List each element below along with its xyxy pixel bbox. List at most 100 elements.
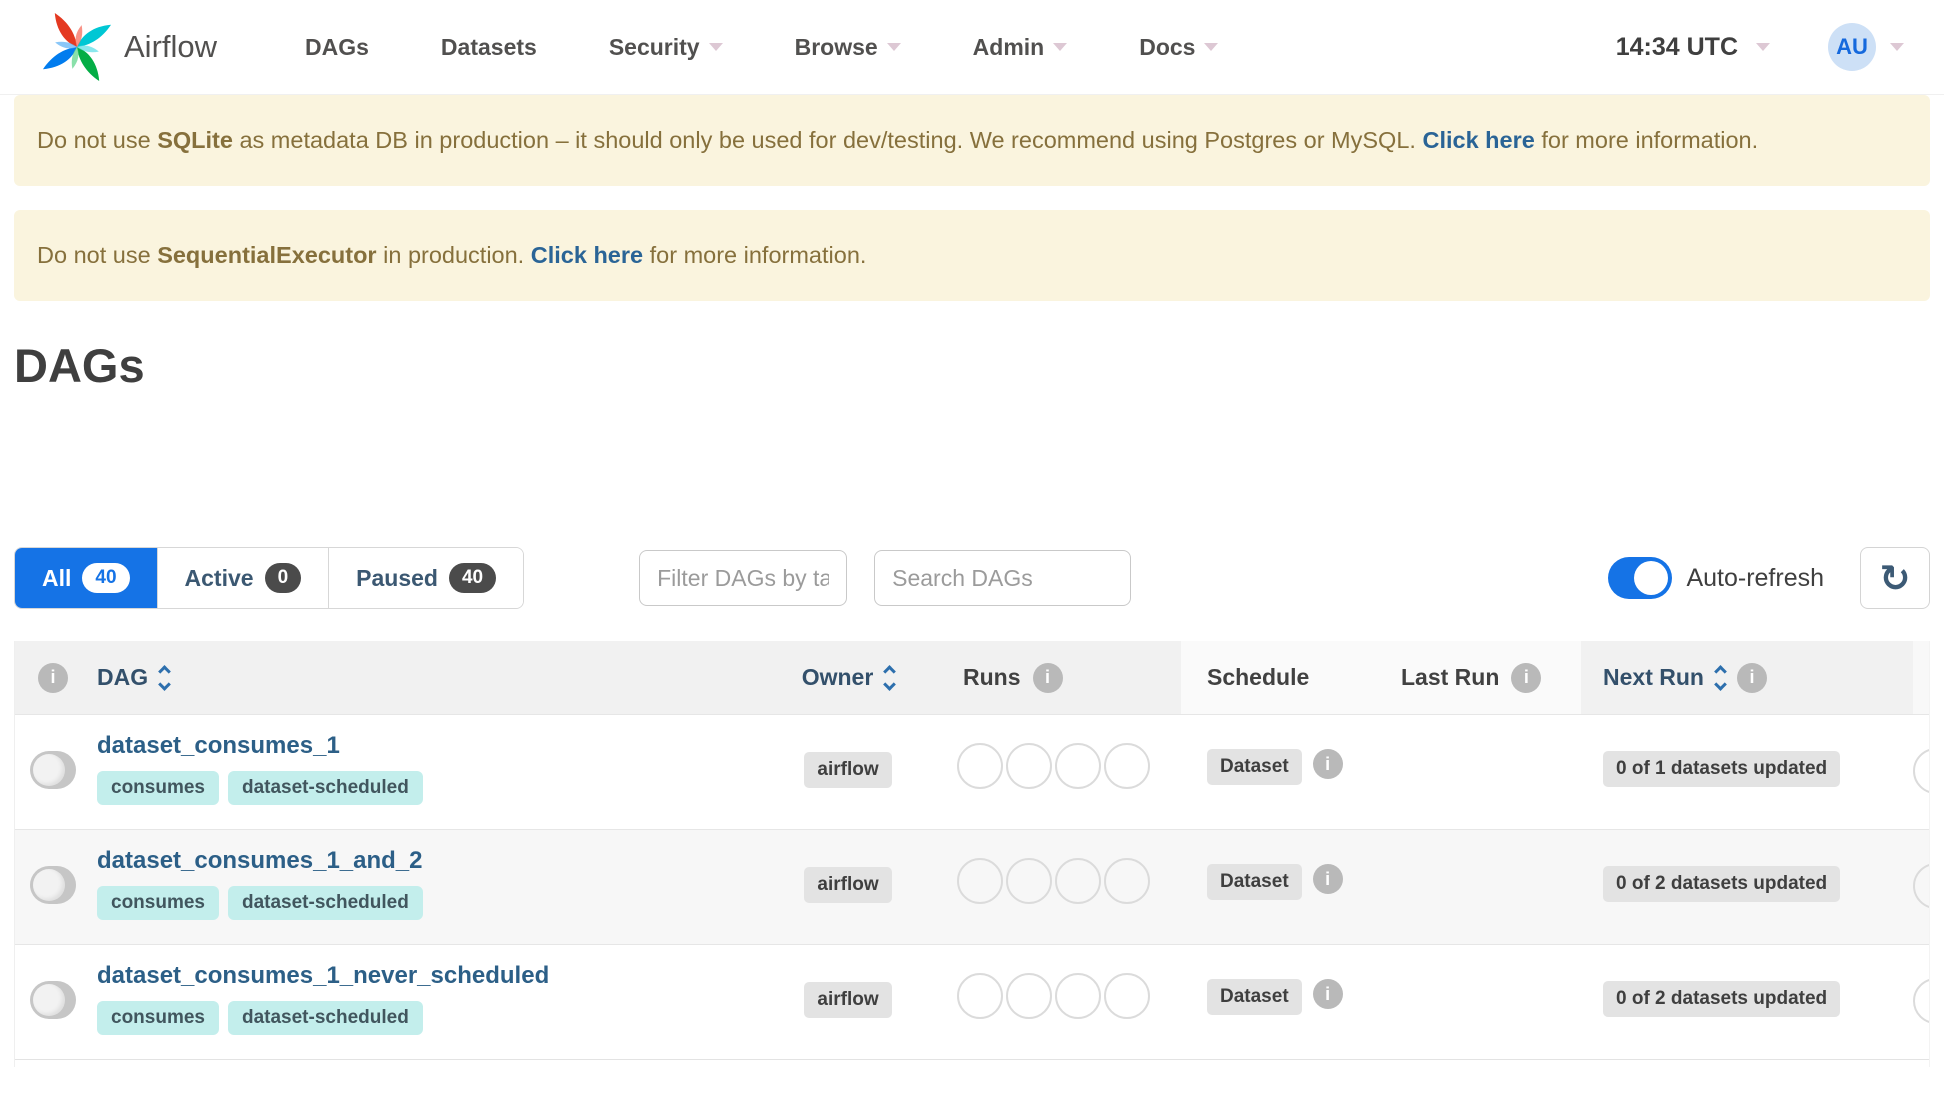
next-run-badge[interactable]: 0 of 1 datasets updated	[1603, 751, 1841, 787]
dag-link[interactable]: dataset_consumes_1_never_scheduled	[97, 962, 549, 990]
run-circle[interactable]	[1104, 743, 1150, 789]
chevron-down-icon	[708, 43, 723, 51]
run-circle[interactable]	[957, 973, 1003, 1019]
tab-active[interactable]: Active 0	[157, 548, 330, 608]
page-title: DAGs	[14, 339, 145, 392]
run-circle[interactable]	[957, 858, 1003, 904]
dag-tag[interactable]: dataset-scheduled	[227, 886, 423, 920]
banner-text: for more information.	[643, 242, 867, 268]
nav-item-browse[interactable]: Browse	[795, 34, 901, 61]
header-next-run[interactable]: Next Run i	[1581, 641, 1929, 714]
tag-row: consumes dataset-scheduled	[97, 771, 423, 805]
header-info-cell: i	[15, 641, 91, 714]
dag-filter-tabs: All 40 Active 0 Paused 40	[14, 547, 525, 609]
autorefresh-toggle[interactable]	[1608, 557, 1673, 599]
toggle-knob	[1634, 561, 1669, 595]
warning-banner-executor: Do not use SequentialExecutor in product…	[14, 210, 1930, 301]
dag-tag[interactable]: consumes	[97, 771, 219, 805]
refresh-button[interactable]: ↻	[1860, 547, 1930, 609]
run-circle[interactable]	[1006, 858, 1052, 904]
schedule-badge[interactable]: Dataset	[1207, 864, 1302, 900]
banner-strong: SequentialExecutor	[157, 242, 377, 268]
nav-item-security[interactable]: Security	[609, 34, 723, 61]
tab-paused-count: 40	[448, 563, 497, 593]
run-circle[interactable]	[1006, 743, 1052, 789]
clock-label: 14:34 UTC	[1615, 32, 1738, 61]
banner-text: for more information.	[1534, 127, 1759, 153]
run-status-circles	[957, 973, 1150, 1019]
info-icon[interactable]: i	[1312, 864, 1343, 894]
info-icon[interactable]: i	[1312, 749, 1343, 779]
owner-badge[interactable]: airflow	[804, 867, 892, 903]
refresh-icon: ↻	[1879, 556, 1911, 600]
dag-pause-toggle[interactable]	[30, 981, 76, 1019]
tab-paused[interactable]: Paused 40	[329, 548, 524, 608]
header-owner[interactable]: Owner	[745, 641, 951, 714]
nav-item-docs[interactable]: Docs	[1139, 34, 1219, 61]
user-menu[interactable]: AU	[1828, 23, 1904, 71]
last-run-cell	[1391, 945, 1581, 1059]
tag-row: consumes dataset-scheduled	[97, 886, 423, 920]
run-circle[interactable]	[1055, 973, 1101, 1019]
warning-banner-sqlite: Do not use SQLite as metadata DB in prod…	[14, 95, 1930, 186]
nav-links: DAGs Datasets Security Browse Admin Docs	[305, 34, 1219, 61]
dag-pause-toggle[interactable]	[30, 751, 76, 789]
toggle-knob	[33, 984, 65, 1016]
brand[interactable]: Airflow	[40, 10, 217, 84]
timezone-selector[interactable]: 14:34 UTC	[1616, 33, 1770, 62]
tag-filter-input[interactable]	[639, 550, 848, 606]
toggle-knob	[33, 869, 65, 901]
schedule-badge[interactable]: Dataset	[1207, 749, 1302, 785]
banner-text: Do not use	[37, 242, 158, 268]
header-last-run: Last Run i	[1391, 641, 1581, 714]
airflow-logo-icon	[42, 12, 112, 82]
filter-bar: All 40 Active 0 Paused 40 Auto-refresh ↻	[14, 547, 1930, 609]
table-row: dataset_consumes_1_and_2 consumes datase…	[15, 829, 1929, 944]
banner-text: in production.	[376, 242, 531, 268]
dag-pause-toggle[interactable]	[30, 866, 76, 904]
search-dags-input[interactable]	[874, 550, 1132, 606]
run-circle[interactable]	[1055, 743, 1101, 789]
owner-badge[interactable]: airflow	[804, 982, 892, 1018]
tab-all-count: 40	[82, 563, 130, 593]
dag-tag[interactable]: consumes	[97, 886, 219, 920]
chevron-down-icon	[1204, 43, 1219, 51]
run-status-circles	[957, 743, 1150, 789]
info-icon[interactable]: i	[1511, 662, 1542, 693]
top-nav: Airflow DAGs Datasets Security Browse Ad…	[0, 0, 1944, 95]
dag-tag[interactable]: dataset-scheduled	[227, 1001, 423, 1035]
run-circle[interactable]	[1006, 973, 1052, 1019]
dags-table: i DAG Owner Runs i Schedule Last Run i N…	[14, 641, 1930, 1067]
info-icon[interactable]: i	[1032, 662, 1063, 693]
table-header: i DAG Owner Runs i Schedule Last Run i N…	[15, 641, 1929, 714]
info-icon[interactable]: i	[1736, 662, 1767, 693]
info-icon[interactable]: i	[1312, 979, 1343, 1009]
dag-link[interactable]: dataset_consumes_1_and_2	[97, 847, 423, 875]
last-run-cell	[1391, 830, 1581, 944]
nav-item-datasets[interactable]: Datasets	[441, 34, 537, 61]
dag-tag[interactable]: consumes	[97, 1001, 219, 1035]
schedule-badge[interactable]: Dataset	[1207, 979, 1302, 1015]
owner-badge[interactable]: airflow	[804, 752, 892, 788]
run-circle[interactable]	[1104, 973, 1150, 1019]
tag-row: consumes dataset-scheduled	[97, 1001, 423, 1035]
brand-name: Airflow	[124, 29, 218, 64]
next-run-badge[interactable]: 0 of 2 datasets updated	[1603, 981, 1841, 1017]
avatar: AU	[1828, 23, 1876, 71]
dag-link[interactable]: dataset_consumes_1	[97, 732, 340, 760]
info-icon[interactable]: i	[38, 662, 68, 693]
run-circle[interactable]	[1055, 858, 1101, 904]
banner-link[interactable]: Click here	[531, 242, 643, 268]
run-circle[interactable]	[957, 743, 1003, 789]
banner-link[interactable]: Click here	[1422, 127, 1534, 153]
next-run-badge[interactable]: 0 of 2 datasets updated	[1603, 866, 1841, 902]
header-dag[interactable]: DAG	[91, 641, 745, 714]
nav-item-dags[interactable]: DAGs	[305, 34, 369, 61]
run-circle[interactable]	[1104, 858, 1150, 904]
nav-item-admin[interactable]: Admin	[973, 34, 1068, 61]
dag-tag[interactable]: dataset-scheduled	[227, 771, 423, 805]
sort-icon	[883, 664, 897, 691]
table-row: dataset_consumes_1_never_scheduled consu…	[15, 944, 1929, 1059]
tab-all[interactable]: All 40	[15, 548, 158, 608]
chevron-down-icon	[886, 43, 901, 51]
